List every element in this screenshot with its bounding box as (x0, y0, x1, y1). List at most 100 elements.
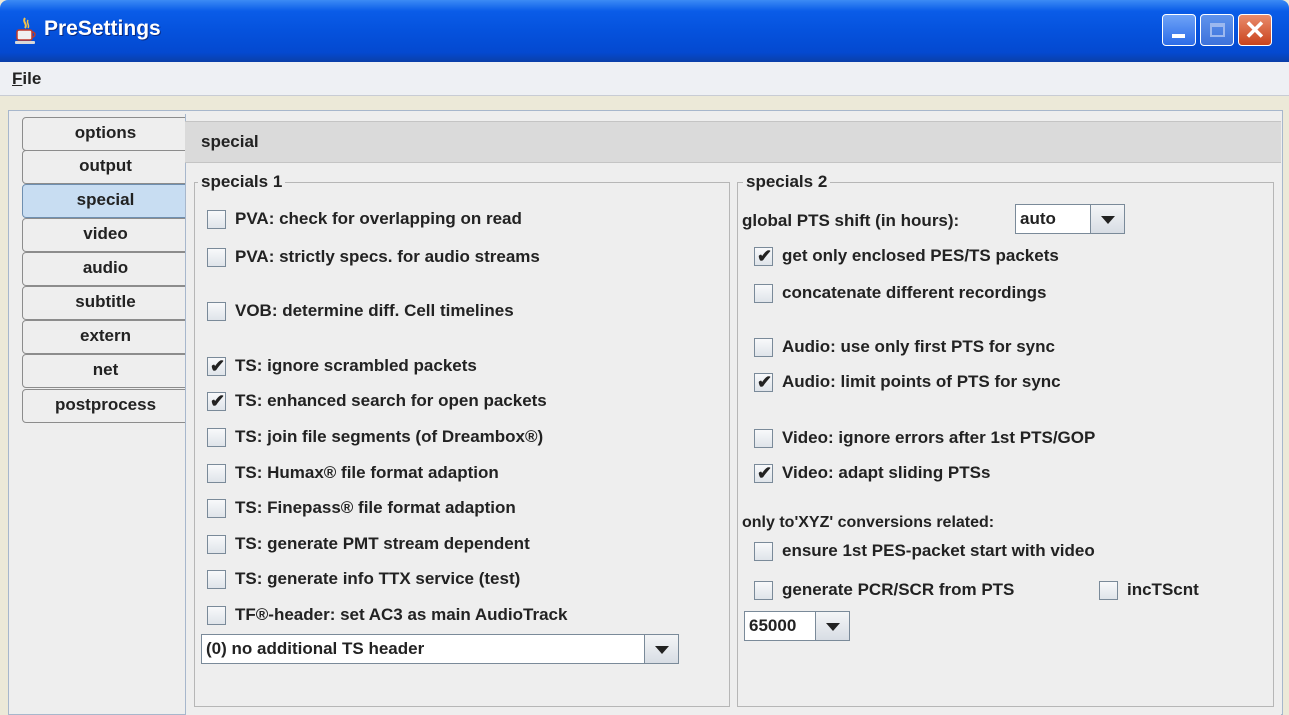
minimize-button[interactable] (1162, 14, 1196, 46)
chevron-down-icon[interactable] (644, 635, 678, 663)
checkbox-label: PVA: check for overlapping on read (235, 209, 522, 228)
xyz-checkbox[interactable]: incTScnt (1099, 577, 1199, 603)
java-cup-icon (15, 17, 36, 44)
pts-shift-label: global PTS shift (in hours): (742, 211, 960, 230)
menu-bar: File (0, 62, 1289, 96)
checkbox-box[interactable]: ✔ (754, 245, 773, 266)
specials2-checkbox[interactable]: ✔ Video: adapt sliding PTSs (754, 460, 990, 486)
checkbox-box[interactable] (754, 337, 773, 357)
checkbox-box[interactable] (1099, 580, 1118, 600)
specials1-checkbox[interactable]: PVA: check for overlapping on read (207, 206, 522, 232)
checkbox-box[interactable]: ✔ (754, 462, 773, 483)
checkbox-box[interactable] (207, 605, 226, 625)
checkbox-box[interactable] (207, 534, 226, 554)
tab-audio[interactable]: audio (22, 252, 189, 286)
menu-file-mnemonic: F (12, 69, 23, 88)
chevron-down-icon[interactable] (1090, 205, 1124, 233)
specials1-checkbox[interactable]: PVA: strictly specs. for audio streams (207, 244, 540, 270)
checkbox-label: get only enclosed PES/TS packets (782, 246, 1059, 265)
specials2-checkbox[interactable]: concatenate different recordings (754, 280, 1047, 306)
specials1-checkbox[interactable]: VOB: determine diff. Cell timelines (207, 298, 514, 324)
checkbox-label: TS: ignore scrambled packets (235, 356, 477, 375)
tab-net[interactable]: net (22, 354, 189, 388)
panel-title: special (201, 132, 259, 151)
checkbox-box[interactable] (207, 569, 226, 589)
close-button[interactable]: ✕ (1238, 14, 1272, 46)
checkbox-label: Audio: use only first PTS for sync (782, 337, 1055, 356)
checkmark-icon: ✔ (757, 245, 773, 266)
ts-header-select[interactable]: (0) no additional TS header (201, 634, 679, 664)
checkbox-box[interactable]: ✔ (207, 355, 226, 376)
checkbox-box[interactable] (207, 463, 226, 483)
specials1-checkbox[interactable]: TF®-header: set AC3 as main AudioTrack (207, 602, 567, 628)
panel-header: special (185, 121, 1281, 163)
specials1-checkbox[interactable]: ✔ TS: enhanced search for open packets (207, 388, 547, 414)
checkbox-label: ensure 1st PES-packet start with video (782, 541, 1095, 560)
specials2-checkbox[interactable]: ✔ get only enclosed PES/TS packets (754, 243, 1059, 269)
checkbox-label: concatenate different recordings (782, 283, 1047, 302)
tab-postprocess[interactable]: postprocess (22, 389, 189, 423)
checkbox-box[interactable] (754, 428, 773, 448)
checkbox-label: Video: ignore errors after 1st PTS/GOP (782, 428, 1096, 447)
checkbox-label: incTScnt (1127, 580, 1199, 599)
checkbox-label: TS: generate info TTX service (test) (235, 569, 521, 588)
checkbox-label: PVA: strictly specs. for audio streams (235, 247, 540, 266)
tab-options[interactable]: options (22, 117, 189, 151)
specials2-checkbox[interactable]: Audio: use only first PTS for sync (754, 334, 1055, 360)
checkbox-box[interactable] (754, 283, 773, 303)
specials1-checkbox[interactable]: TS: join file segments (of Dreambox®) (207, 424, 543, 450)
pts-shift-select[interactable]: auto (1015, 204, 1125, 234)
xyz-label: only to'XYZ' conversions related: (742, 514, 995, 531)
checkbox-label: TS: Humax® file format adaption (235, 463, 499, 482)
checkbox-box[interactable] (754, 580, 773, 600)
checkbox-box[interactable]: ✔ (207, 390, 226, 411)
checkbox-label: Audio: limit points of PTS for sync (782, 372, 1061, 391)
specials2-title: specials 2 (743, 172, 831, 192)
specials1-checkbox[interactable]: TS: Finepass® file format adaption (207, 495, 516, 521)
specials1-checkbox[interactable]: TS: generate info TTX service (test) (207, 566, 520, 592)
specials2-checkbox[interactable]: ✔ Audio: limit points of PTS for sync (754, 369, 1061, 395)
pts-shift-value: auto (1020, 209, 1056, 228)
ts-header-value: (0) no additional TS header (206, 639, 425, 658)
chevron-down-icon[interactable] (815, 612, 849, 640)
xyz-checkbox[interactable]: generate PCR/SCR from PTS (754, 577, 1014, 603)
checkbox-label: TS: enhanced search for open packets (235, 391, 547, 410)
maximize-icon (1210, 23, 1225, 37)
close-icon: ✕ (1244, 15, 1266, 45)
xyz-checkbox[interactable]: ensure 1st PES-packet start with video (754, 538, 1095, 564)
checkbox-label: Video: adapt sliding PTSs (782, 463, 991, 482)
checkbox-box[interactable] (207, 498, 226, 518)
checkbox-box[interactable]: ✔ (754, 371, 773, 392)
checkmark-icon: ✔ (757, 371, 773, 392)
specials1-checkbox[interactable]: ✔ TS: ignore scrambled packets (207, 353, 477, 379)
tab-subtitle[interactable]: subtitle (22, 286, 189, 320)
checkbox-label: VOB: determine diff. Cell timelines (235, 301, 514, 320)
menu-file-label: ile (22, 69, 42, 88)
checkbox-label: generate PCR/SCR from PTS (782, 580, 1015, 599)
menu-file[interactable]: File (12, 69, 41, 89)
checkbox-label: TS: join file segments (of Dreambox®) (235, 427, 544, 446)
specials2-checkbox[interactable]: Video: ignore errors after 1st PTS/GOP (754, 425, 1095, 451)
checkbox-box[interactable] (207, 301, 226, 321)
checkbox-box[interactable] (207, 247, 226, 267)
tab-output[interactable]: output (22, 150, 189, 184)
maximize-button[interactable] (1200, 14, 1234, 46)
checkbox-box[interactable] (207, 209, 226, 229)
checkbox-box[interactable] (207, 427, 226, 447)
checkbox-label: TF®-header: set AC3 as main AudioTrack (235, 605, 568, 624)
minimize-icon (1172, 34, 1185, 38)
checkmark-icon: ✔ (210, 390, 226, 411)
checkmark-icon: ✔ (757, 462, 773, 483)
value-select[interactable]: 65000 (744, 611, 850, 641)
tab-video[interactable]: video (22, 218, 189, 252)
specials1-checkbox[interactable]: TS: generate PMT stream dependent (207, 531, 530, 557)
tab-special[interactable]: special (22, 184, 189, 218)
tab-extern[interactable]: extern (22, 320, 189, 354)
checkmark-icon: ✔ (210, 355, 226, 376)
window-title: PreSettings (44, 17, 161, 40)
specials1-title: specials 1 (198, 172, 286, 192)
value-select-value: 65000 (749, 616, 797, 635)
specials1-checkbox[interactable]: TS: Humax® file format adaption (207, 460, 499, 486)
checkbox-box[interactable] (754, 541, 773, 561)
title-bar[interactable]: PreSettings ✕ (0, 0, 1289, 62)
